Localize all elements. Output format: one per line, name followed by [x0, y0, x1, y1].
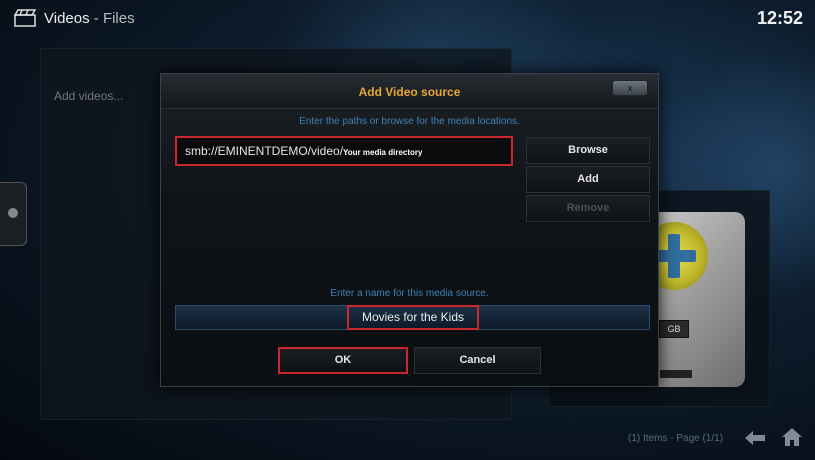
source-path-input[interactable]: smb://EMINENTDEMO/video/Your media direc… — [175, 136, 513, 166]
add-button[interactable]: Add — [526, 166, 650, 193]
source-name-value[interactable]: Movies for the Kids — [347, 305, 479, 330]
source-path-text: smb://EMINENTDEMO/video/Your media direc… — [185, 144, 422, 158]
drive-slot — [660, 370, 692, 378]
breadcrumb: Videos - Files — [44, 10, 135, 27]
add-video-source-dialog: Add Video source x Enter the paths or br… — [160, 73, 659, 387]
breadcrumb-separator: - — [89, 10, 103, 27]
cancel-button[interactable]: Cancel — [414, 347, 541, 374]
ok-button[interactable]: OK — [278, 347, 408, 374]
close-button[interactable]: x — [612, 80, 648, 96]
add-videos-item[interactable]: Add videos... — [54, 89, 123, 103]
path-annotation: Your media directory — [343, 148, 423, 157]
path-instructions: Enter the paths or browse for the media … — [299, 116, 520, 127]
clock: 12:52 — [756, 8, 803, 28]
breadcrumb-section: Videos — [44, 10, 90, 27]
breadcrumb-subsection: Files — [102, 10, 135, 27]
items-page-info: (1) Items - Page (1/1) — [628, 433, 724, 444]
menu-indicator-icon — [8, 208, 18, 218]
browse-button[interactable]: Browse — [526, 137, 650, 164]
name-instructions: Enter a name for this media source. — [330, 288, 489, 299]
dialog-header: Add Video source x — [161, 74, 658, 109]
dialog-title: Add Video source — [358, 85, 461, 99]
source-path-value: smb://EMINENTDEMO/video/ — [185, 144, 344, 158]
back-arrow-icon[interactable] — [744, 430, 766, 446]
video-clapper-icon — [14, 9, 36, 27]
drive-capacity-label: GB — [659, 320, 689, 338]
remove-button[interactable]: Remove — [526, 195, 650, 222]
top-bar: Videos - Files 12:52 — [0, 0, 815, 38]
home-icon[interactable] — [781, 427, 803, 447]
side-menu-tab[interactable] — [0, 182, 27, 246]
